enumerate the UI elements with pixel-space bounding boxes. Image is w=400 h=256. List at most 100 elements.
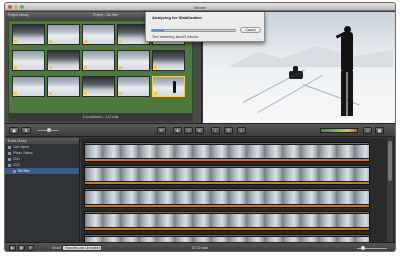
event-filmstrip[interactable] <box>84 211 370 231</box>
favorite-stripe <box>85 182 369 184</box>
crop-icon[interactable]: ⌗ <box>224 127 233 134</box>
event-item-ski-skei[interactable]: Ski Skei <box>5 168 79 174</box>
bottom-bar: ▶ ◧ ⇕ Show: Favorites and Unmarked 57:22… <box>5 242 395 251</box>
play-icon[interactable]: ▶ <box>9 245 16 251</box>
photographer-figure <box>335 26 356 118</box>
scrollbar-knob[interactable] <box>388 141 392 181</box>
clip-badge-icon <box>49 92 52 95</box>
favorite-stripe <box>85 159 369 161</box>
project-clip[interactable] <box>12 24 45 45</box>
snowmobile-rider <box>293 66 298 73</box>
clip-badge-icon <box>119 92 122 95</box>
clip-badge-icon <box>14 66 17 69</box>
filmstrip-top <box>85 166 369 167</box>
event-filmstrip[interactable] <box>84 188 370 208</box>
project-clip-row <box>12 50 185 71</box>
filmstrip-top <box>85 212 369 213</box>
clip-badge-icon <box>84 66 87 69</box>
project-selection-status: 6.1s selected – 1:13 total <box>9 113 192 121</box>
title-bar: iMovie <box>5 3 395 11</box>
favorite-stripe <box>85 228 369 230</box>
show-filter-select[interactable]: Favorites and Unmarked <box>62 245 102 251</box>
event-label: Last Import <box>13 145 29 149</box>
event-filmstrip[interactable] <box>84 165 370 185</box>
fullscreen-icon[interactable]: ◧ <box>18 245 25 251</box>
figure-body <box>341 32 353 72</box>
clip-badge-icon <box>119 66 122 69</box>
stabilization-sheet: Analyzing for Stabilization Cancel Time … <box>145 12 265 42</box>
filmstrip-frames <box>85 191 369 204</box>
clip-badge-icon <box>84 40 87 43</box>
unmark-icon[interactable]: ☆ <box>184 127 193 134</box>
imovie-window: iMovie Project Library Project – Ski Ske… <box>4 2 396 252</box>
viewer-mountains <box>223 46 393 70</box>
thumbnail-zoom-knob[interactable] <box>47 128 51 132</box>
project-clip-selected[interactable] <box>152 76 185 97</box>
photo-icon[interactable]: ▦ <box>375 127 384 134</box>
project-clip[interactable] <box>47 76 80 97</box>
camera-import-icon[interactable]: ▣ <box>9 127 19 134</box>
project-clip-row <box>12 76 185 97</box>
audio-level-meter <box>320 128 358 133</box>
project-clip[interactable] <box>47 24 80 45</box>
filmstrip-frames <box>85 145 369 158</box>
audio-icon[interactable]: ♫ <box>363 127 372 134</box>
swap-icon[interactable]: ⇅ <box>21 127 31 134</box>
project-clip[interactable] <box>12 50 45 71</box>
stabilization-progress-bar <box>151 29 236 32</box>
event-label: Ski Skei <box>18 169 30 173</box>
project-clip[interactable] <box>82 24 115 45</box>
project-clip[interactable] <box>47 50 80 71</box>
event-label: iPhoto Videos <box>13 151 33 155</box>
event-icon <box>8 145 11 149</box>
event-filmstrip[interactable] <box>84 234 370 242</box>
filmstrip-top <box>85 143 369 144</box>
show-label: Show: <box>52 246 62 250</box>
clip-badge-icon <box>14 40 17 43</box>
filmstrip-zoom-knob[interactable] <box>361 246 365 250</box>
filmstrip-frames <box>85 168 369 181</box>
clip-badge-icon <box>154 66 157 69</box>
figure-legs <box>341 71 353 116</box>
adjust-icon[interactable]: ◐ <box>237 127 246 134</box>
event-label: 2012 <box>13 163 21 167</box>
stabilization-time-remaining: Time remaining: about 5 minutes <box>152 35 199 39</box>
stabilization-progress-fill <box>152 30 165 31</box>
project-clip[interactable] <box>12 76 45 97</box>
reject-icon[interactable]: ✕ <box>195 127 204 134</box>
clip-badge-icon <box>84 92 87 95</box>
cancel-button[interactable]: Cancel <box>240 27 261 33</box>
project-name: Project – Ski Skei <box>93 13 118 18</box>
event-browser-scrollbar[interactable] <box>387 138 393 242</box>
event-browser[interactable] <box>81 138 395 242</box>
project-clip[interactable] <box>82 76 115 97</box>
folder-icon <box>8 163 11 167</box>
clip-badge-icon <box>14 92 17 95</box>
event-filmstrip[interactable] <box>84 142 370 162</box>
clip-badge-icon <box>49 40 52 43</box>
clip-badge-icon <box>154 92 157 95</box>
stabilization-title: Analyzing for Stabilization <box>152 15 203 20</box>
project-clip[interactable] <box>117 50 150 71</box>
event-library: Event Library Last Import iPhoto Videos … <box>5 138 80 242</box>
undo-icon[interactable]: ↶ <box>157 127 166 134</box>
person-figure <box>173 81 176 93</box>
event-icon <box>13 169 16 173</box>
clip-badge-icon <box>119 40 122 43</box>
project-library-button[interactable]: Project Library <box>8 13 29 17</box>
iphoto-icon <box>8 151 11 155</box>
main-toolbar: ▣ ⇅ ↶ ★ ☆ ✕ ♪ ⌗ ◐ ♫ ▦ <box>5 123 395 137</box>
total-duration: 57:22 total <box>192 246 208 250</box>
window-title: iMovie <box>194 4 206 10</box>
event-label: 2011 <box>13 157 20 161</box>
project-clip[interactable] <box>152 50 185 71</box>
favorite-icon[interactable]: ★ <box>173 127 182 134</box>
filmstrip-frames <box>85 214 369 227</box>
project-clip[interactable] <box>117 76 150 97</box>
favorite-stripe <box>85 205 369 207</box>
filmstrip-top <box>85 189 369 190</box>
filmstrip-top <box>85 235 369 236</box>
project-clip[interactable] <box>82 50 115 71</box>
voiceover-icon[interactable]: ♪ <box>211 127 220 134</box>
show-events-icon[interactable]: ⇕ <box>27 245 34 251</box>
